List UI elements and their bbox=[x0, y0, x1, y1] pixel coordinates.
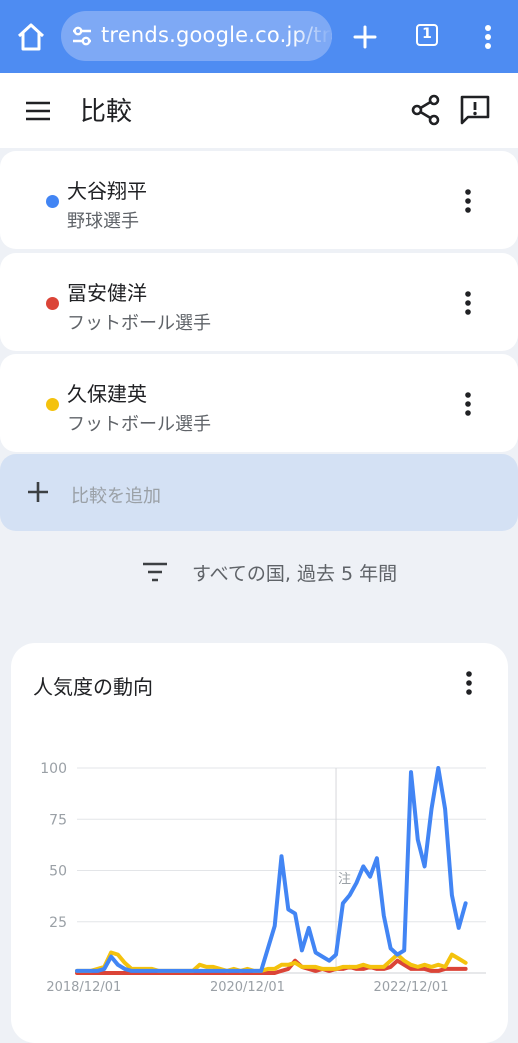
tab-switcher-button[interactable]: 1 bbox=[416, 24, 438, 46]
series-color-dot bbox=[46, 195, 59, 208]
series-color-dot bbox=[46, 398, 59, 411]
app-header: 比較 bbox=[0, 73, 518, 148]
term-category: フットボール選手 bbox=[67, 414, 211, 435]
address-bar[interactable]: trends.google.co.jp/trends/explore bbox=[61, 11, 332, 61]
filter-icon bbox=[143, 562, 167, 582]
y-tick-label: 100 bbox=[40, 761, 67, 777]
more-vert-icon[interactable] bbox=[456, 187, 480, 215]
x-tick-label: 2020/12/01 bbox=[210, 980, 285, 995]
line-chart: 100 75 50 25 注 2018/12/01 2020/12/01 2022/12/01 bbox=[40, 761, 486, 995]
y-tick-label: 50 bbox=[49, 864, 67, 880]
home-icon[interactable] bbox=[14, 20, 48, 54]
term-name: 冨安健洋 bbox=[67, 281, 147, 305]
filter-button[interactable]: すべての国, 過去 5 年間 bbox=[0, 548, 518, 594]
url-fade bbox=[292, 11, 332, 61]
add-comparison-label: 比較を追加 bbox=[71, 486, 161, 507]
series-line bbox=[75, 766, 468, 973]
feedback-icon[interactable] bbox=[458, 93, 492, 127]
series-color-dot bbox=[46, 297, 59, 310]
term-card[interactable]: 久保建英 フットボール選手 bbox=[0, 354, 518, 452]
more-vert-icon[interactable] bbox=[456, 390, 480, 418]
term-name: 大谷翔平 bbox=[67, 179, 147, 203]
y-tick-label: 75 bbox=[49, 812, 67, 828]
note-marker-label: 注 bbox=[338, 872, 351, 887]
term-category: 野球選手 bbox=[67, 211, 139, 232]
menu-icon[interactable] bbox=[24, 99, 52, 123]
x-tick-label: 2018/12/01 bbox=[46, 980, 121, 995]
term-card[interactable]: 大谷翔平 野球選手 bbox=[0, 151, 518, 249]
tab-count: 1 bbox=[422, 26, 432, 42]
interest-over-time-card: 人気度の動向 100 75 50 25 注 2018/12/01 2020/12/01 202… bbox=[11, 643, 508, 1043]
browser-toolbar: trends.google.co.jp/trends/explore 1 bbox=[0, 0, 518, 73]
share-icon[interactable] bbox=[409, 93, 443, 127]
browser-menu-icon[interactable] bbox=[474, 22, 502, 52]
term-category: フットボール選手 bbox=[67, 313, 211, 334]
plus-icon bbox=[28, 482, 48, 502]
term-name: 久保建英 bbox=[67, 382, 147, 406]
tune-icon[interactable] bbox=[71, 25, 93, 47]
y-tick-label: 25 bbox=[49, 915, 67, 931]
more-vert-icon[interactable] bbox=[456, 289, 480, 317]
new-tab-plus-icon[interactable] bbox=[350, 22, 380, 52]
x-tick-label: 2022/12/01 bbox=[374, 980, 449, 995]
add-comparison-button[interactable]: 比較を追加 bbox=[0, 454, 518, 531]
page-title: 比較 bbox=[80, 97, 133, 127]
filter-label: すべての国, 過去 5 年間 bbox=[192, 563, 398, 585]
term-card[interactable]: 冨安健洋 フットボール選手 bbox=[0, 253, 518, 351]
